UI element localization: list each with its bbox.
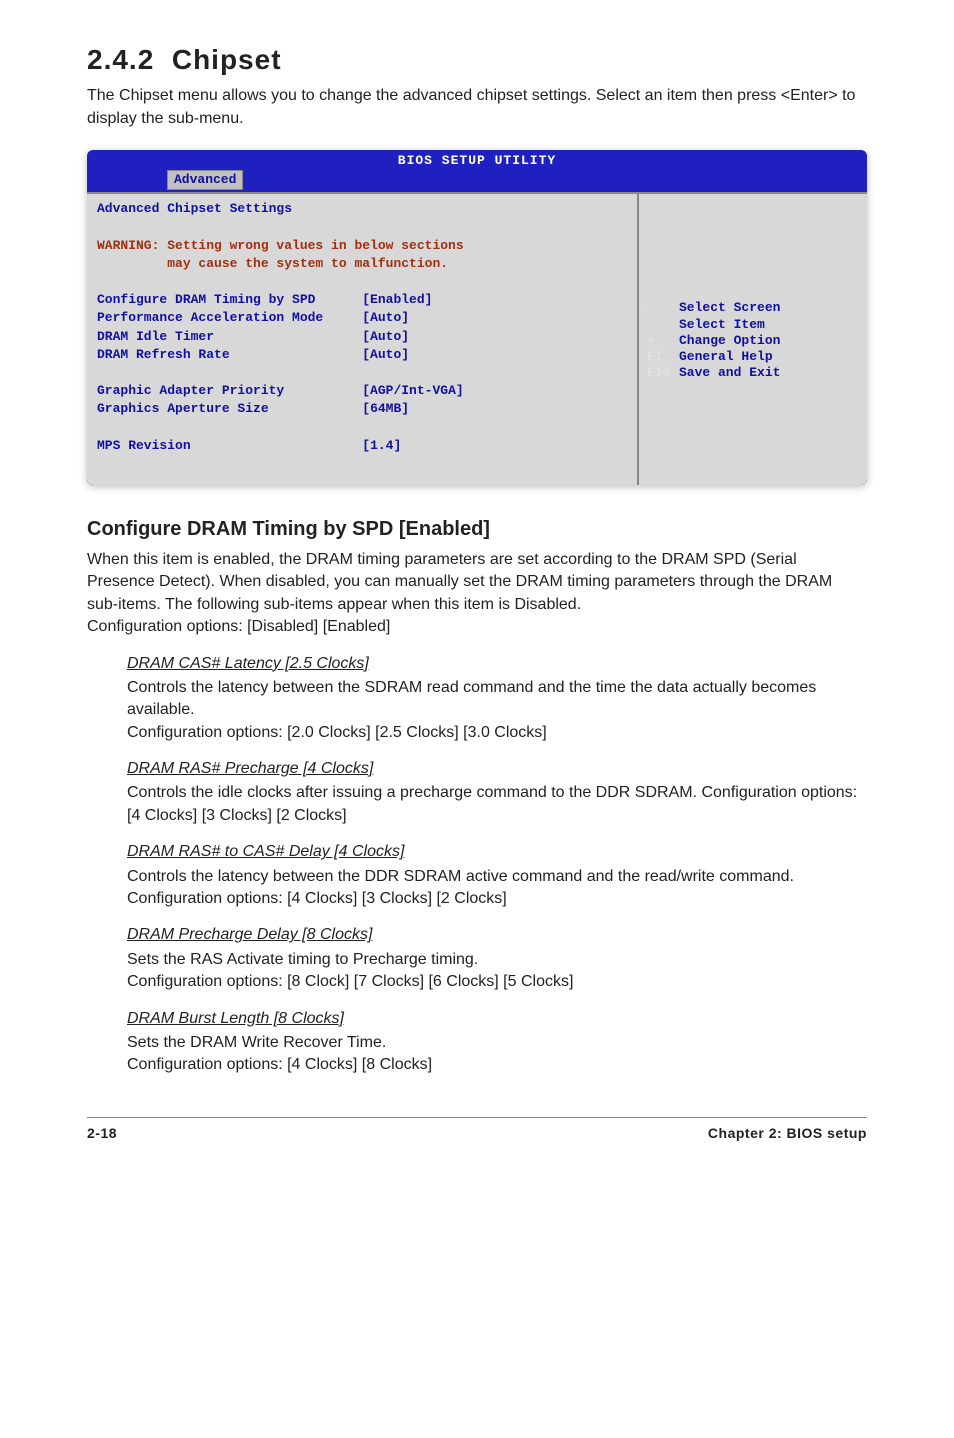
- bios-body: Advanced Chipset Settings WARNING: Setti…: [87, 192, 867, 485]
- config-item-title: DRAM CAS# Latency [2.5 Clocks]: [127, 653, 867, 675]
- config-item: DRAM RAS# to CAS# Delay [4 Clocks] Contr…: [127, 841, 867, 910]
- help-key-label: Save and Exit: [679, 365, 780, 380]
- bios-row-label: MPS Revision: [97, 438, 191, 453]
- help-key-icon: F10: [647, 365, 679, 381]
- bios-screenshot: BIOS SETUP UTILITY Advanced Advanced Chi…: [87, 150, 867, 485]
- subheading-configure-dram: Configure DRAM Timing by SPD [Enabled]: [87, 515, 867, 543]
- config-item: DRAM Precharge Delay [8 Clocks] Sets the…: [127, 924, 867, 993]
- section-heading: 2.4.2 Chipset: [87, 40, 867, 79]
- help-key-icon: F1: [647, 349, 679, 365]
- footer-chapter: Chapter 2: BIOS setup: [708, 1124, 867, 1144]
- bios-row-value: [Enabled]: [362, 292, 432, 307]
- help-key-row: ←→Select Screen: [647, 300, 859, 316]
- bios-row-value: [AGP/Int-VGA]: [362, 383, 463, 398]
- help-key-row: F10Save and Exit: [647, 365, 859, 381]
- help-key-label: Change Option: [679, 333, 780, 348]
- help-key-row: +-Change Option: [647, 333, 859, 349]
- subheading-paragraph: When this item is enabled, the DRAM timi…: [87, 549, 867, 639]
- config-item-title: DRAM RAS# Precharge [4 Clocks]: [127, 758, 867, 780]
- bios-utility-title: BIOS SETUP UTILITY: [87, 150, 867, 170]
- config-item-opts: Configuration options: [8 Clock] [7 Cloc…: [127, 973, 573, 990]
- bios-panel-heading: Advanced Chipset Settings: [97, 201, 292, 216]
- subheading-body: When this item is enabled, the DRAM timi…: [87, 551, 832, 613]
- bios-row[interactable]: DRAM Refresh Rate [Auto]: [97, 347, 409, 362]
- bios-row-value: [Auto]: [362, 329, 409, 344]
- bios-row-value: [64MB]: [362, 401, 409, 416]
- footer-page-number: 2-18: [87, 1124, 117, 1144]
- bios-row[interactable]: Performance Acceleration Mode [Auto]: [97, 310, 409, 325]
- help-key-row: F1General Help: [647, 349, 859, 365]
- help-key-label: Select Screen: [679, 300, 780, 315]
- config-item-body: Sets the DRAM Write Recover Time.: [127, 1034, 386, 1051]
- config-item-opts: Configuration options: [4 Clocks] [8 Clo…: [127, 1056, 432, 1073]
- bios-row[interactable]: Graphics Aperture Size [64MB]: [97, 401, 409, 416]
- section-title-text: Chipset: [172, 44, 282, 75]
- help-key-row: ↑↓Select Item: [647, 317, 859, 333]
- bios-right-panel: ←→Select Screen↑↓Select Item+-Change Opt…: [639, 194, 867, 485]
- config-item-opts: Configuration options: [2.0 Clocks] [2.5…: [127, 724, 547, 741]
- section-number-text: 2.4.2: [87, 44, 154, 75]
- bios-row[interactable]: Graphic Adapter Priority [AGP/Int-VGA]: [97, 383, 464, 398]
- bios-row-label: DRAM Idle Timer: [97, 329, 214, 344]
- bios-row-value: [1.4]: [362, 438, 401, 453]
- config-item-title: DRAM RAS# to CAS# Delay [4 Clocks]: [127, 841, 867, 863]
- help-key-label: General Help: [679, 349, 773, 364]
- bios-row-label: Graphic Adapter Priority: [97, 383, 284, 398]
- bios-row-label: Performance Acceleration Mode: [97, 310, 323, 325]
- bios-tab-advanced[interactable]: Advanced: [167, 170, 243, 190]
- help-key-icon: ←→: [647, 300, 679, 316]
- bios-row-label: DRAM Refresh Rate: [97, 347, 230, 362]
- config-item-body: Controls the latency between the SDRAM r…: [127, 679, 816, 718]
- bios-row[interactable]: DRAM Idle Timer [Auto]: [97, 329, 409, 344]
- config-item: DRAM RAS# Precharge [4 Clocks] Controls …: [127, 758, 867, 827]
- help-key-icon: +-: [647, 333, 679, 349]
- bios-row-value: [Auto]: [362, 347, 409, 362]
- bios-row-label: Graphics Aperture Size: [97, 401, 269, 416]
- bios-help-keys: ←→Select Screen↑↓Select Item+-Change Opt…: [647, 300, 859, 381]
- config-item: DRAM Burst Length [8 Clocks] Sets the DR…: [127, 1008, 867, 1077]
- config-item-body: Controls the latency between the DDR SDR…: [127, 868, 794, 907]
- subheading-opts: Configuration options: [Disabled] [Enabl…: [87, 618, 390, 635]
- help-key-icon: ↑↓: [647, 317, 679, 333]
- bios-left-panel: Advanced Chipset Settings WARNING: Setti…: [87, 194, 639, 485]
- bios-row-value: [Auto]: [362, 310, 409, 325]
- bios-row[interactable]: MPS Revision [1.4]: [97, 438, 401, 453]
- config-item-title: DRAM Burst Length [8 Clocks]: [127, 1008, 867, 1030]
- help-key-label: Select Item: [679, 317, 765, 332]
- page-footer: 2-18 Chapter 2: BIOS setup: [87, 1117, 867, 1144]
- bios-row[interactable]: Configure DRAM Timing by SPD [Enabled]: [97, 292, 432, 307]
- bios-row-label: Configure DRAM Timing by SPD: [97, 292, 315, 307]
- section-intro: The Chipset menu allows you to change th…: [87, 85, 867, 130]
- config-item-body: Controls the idle clocks after issuing a…: [127, 784, 857, 823]
- bios-warning-line2: may cause the system to malfunction.: [97, 256, 448, 271]
- config-item: DRAM CAS# Latency [2.5 Clocks] Controls …: [127, 653, 867, 745]
- bios-tab-bar: Advanced: [87, 170, 867, 190]
- config-item-title: DRAM Precharge Delay [8 Clocks]: [127, 924, 867, 946]
- config-item-body: Sets the RAS Activate timing to Precharg…: [127, 951, 478, 968]
- bios-warning-line1: WARNING: Setting wrong values in below s…: [97, 238, 464, 253]
